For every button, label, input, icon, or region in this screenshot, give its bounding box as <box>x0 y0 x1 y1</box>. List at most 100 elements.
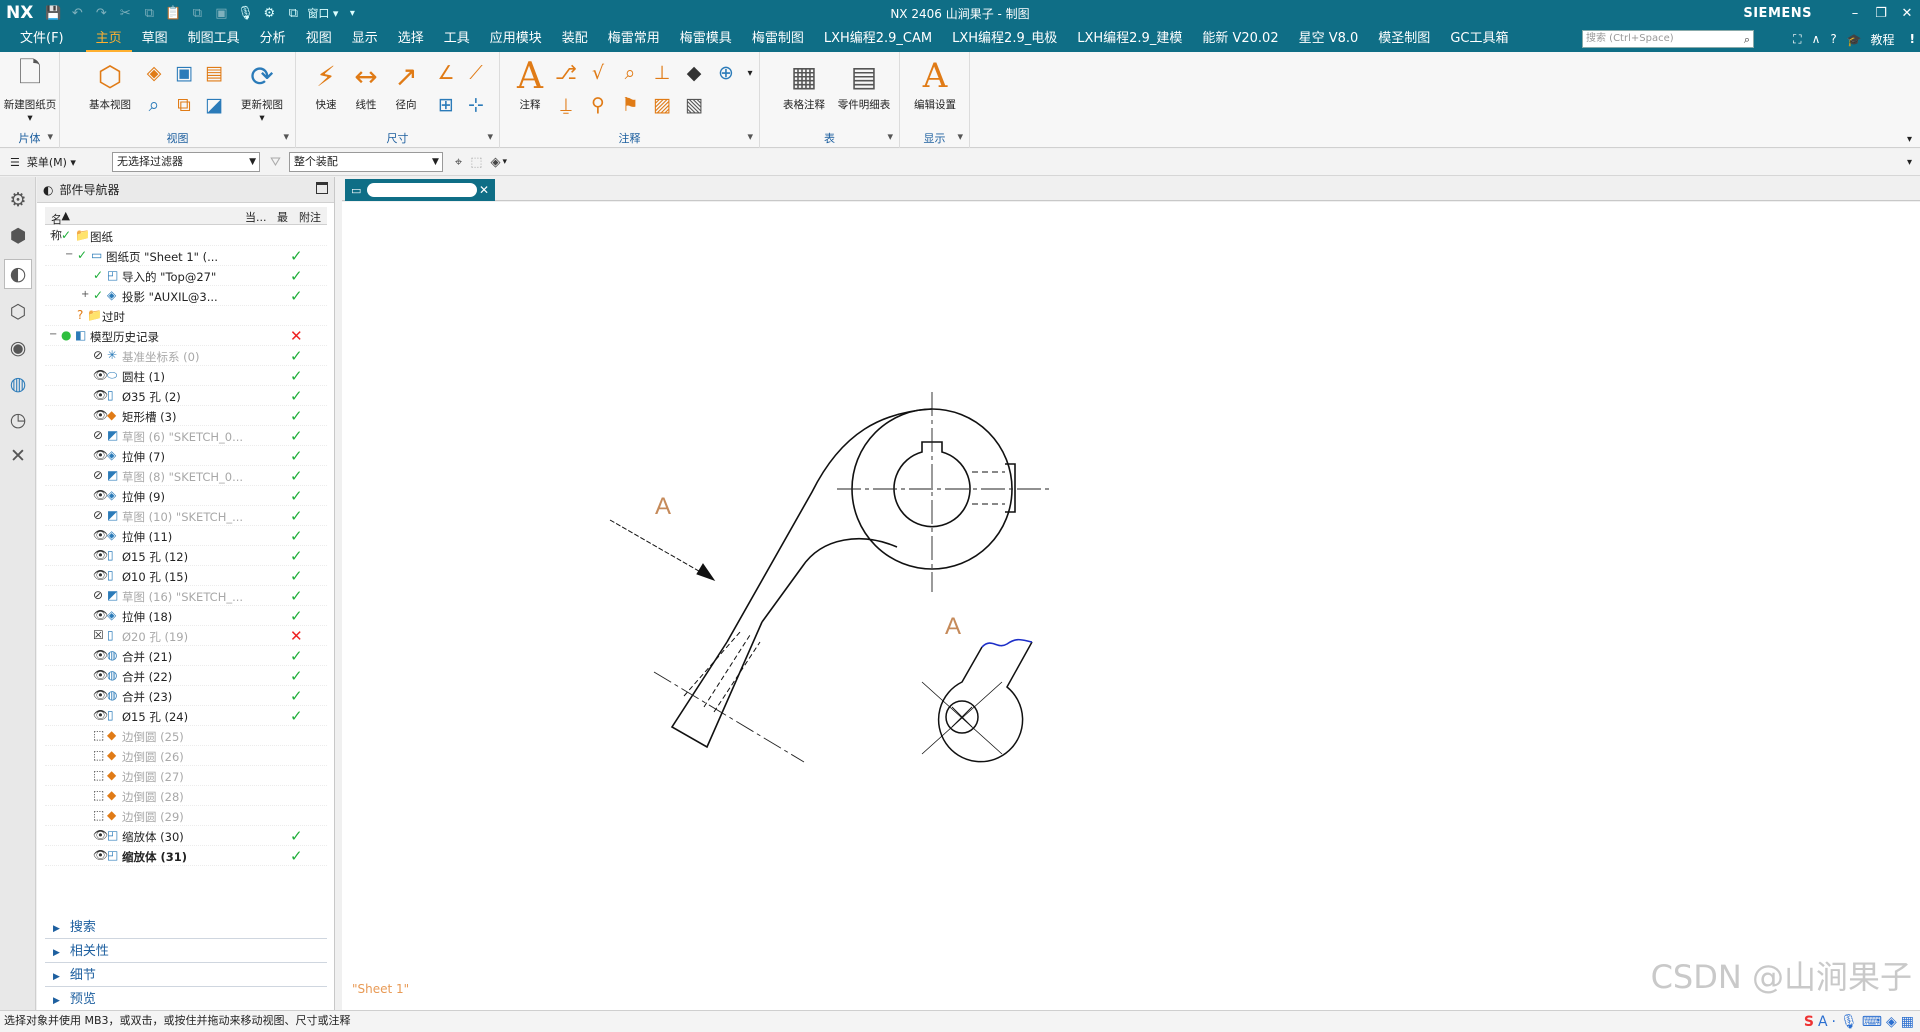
tab-lxh-modeling[interactable]: LXH编程2.9_建模 <box>1067 26 1192 52</box>
tree-row[interactable]: 👁 ◍ 合并 (21) ✓ <box>45 646 327 666</box>
maximize-panel-icon[interactable] <box>316 182 328 194</box>
expand-toggle-icon[interactable]: − <box>49 229 57 240</box>
close-button[interactable]: ✕ <box>1894 6 1920 21</box>
command-search-input[interactable]: 搜索 (Ctrl+Space) ⌕ <box>1582 30 1754 48</box>
close-tab-icon[interactable]: ✕ <box>479 183 489 197</box>
visibility-icon[interactable]: ⊘ <box>93 428 103 442</box>
tree-row[interactable]: 👁 ◈ 拉伸 (18) ✓ <box>45 606 327 626</box>
snap-point-icon[interactable]: ◈ <box>491 155 501 170</box>
column-note[interactable]: 附注 <box>299 209 321 225</box>
feature-control-frame-icon[interactable]: ⎇ <box>552 60 580 86</box>
tab-assemblies[interactable]: 装配 <box>552 26 598 52</box>
assembly-navigator-icon[interactable]: ⬢ <box>4 221 32 251</box>
duplicate-icon[interactable]: ⧉ <box>187 4 207 22</box>
search-icon[interactable]: ⌕ <box>1744 32 1750 48</box>
paste-icon[interactable]: 📋 <box>163 4 183 22</box>
visibility-icon[interactable]: 👁 <box>93 608 108 622</box>
tab-gc-toolbox[interactable]: GC工具箱 <box>1440 26 1518 52</box>
hatch-icon[interactable]: ▨ <box>648 92 676 118</box>
tab-lxh-electrode[interactable]: LXH编程2.9_电极 <box>942 26 1067 52</box>
expand-toggle-icon[interactable]: − <box>65 249 73 260</box>
new-sheet-button[interactable]: 🗋 新建图纸页 ▾ <box>0 56 60 124</box>
tree-row[interactable]: ⊘ ✳ 基准坐标系 (0) ✓ <box>45 346 327 366</box>
tree-row[interactable]: + ✓ ◈ 投影 "AUXIL@3... ✓ <box>45 286 327 306</box>
tab-tools[interactable]: 工具 <box>434 26 480 52</box>
ime-text-icon[interactable]: A <box>1818 1012 1828 1032</box>
ime-skin-icon[interactable]: ◈ <box>1886 1012 1897 1032</box>
table-note-button[interactable]: ▦ 表格注释 <box>774 58 834 112</box>
reuse-library-icon[interactable]: ⬡ <box>4 297 32 327</box>
tree-row[interactable]: − ✓ 📁 图纸 <box>45 226 327 246</box>
tree-row[interactable]: ⬚ ◆ 边倒圆 (28) <box>45 786 327 806</box>
section-dependencies[interactable]: ▶ 相关性 <box>45 941 327 963</box>
visibility-icon[interactable]: 👁 <box>93 488 108 502</box>
expand-toggle-icon[interactable]: + <box>81 289 89 300</box>
tree-row[interactable]: ? 📁 过时 <box>45 306 327 326</box>
section-search[interactable]: ▶ 搜索 <box>45 917 327 939</box>
copy-icon[interactable]: ⧉ <box>139 4 159 22</box>
switch-window-icon[interactable]: ⧉ <box>283 4 303 22</box>
ribbon-options-icon[interactable]: ▾ <box>1907 134 1912 145</box>
filter-funnel-icon[interactable]: ⛛ <box>270 155 281 170</box>
ime-punct-icon[interactable]: · <box>1832 1012 1836 1032</box>
tab-drafting-tools[interactable]: 制图工具 <box>178 26 250 52</box>
visibility-icon[interactable]: 👁 <box>93 528 108 542</box>
tab-sketch[interactable]: 草图 <box>132 26 178 52</box>
tree-row[interactable]: ⊘ ◩ 草图 (16) "SKETCH_... ✓ <box>45 586 327 606</box>
visibility-icon[interactable]: 👁 <box>93 708 108 722</box>
tree-row[interactable]: 👁 ▯ Ø15 孔 (12) ✓ <box>45 546 327 566</box>
datum-target-icon[interactable]: ⌕ <box>616 60 644 86</box>
visibility-icon[interactable]: 👁 <box>93 668 108 682</box>
view-label-a-projected[interactable]: A <box>945 613 961 640</box>
visibility-icon[interactable]: ⊘ <box>93 468 103 482</box>
tab-display[interactable]: 显示 <box>342 26 388 52</box>
column-current[interactable]: 当... <box>245 209 267 225</box>
break-line[interactable] <box>981 638 1033 648</box>
cut-icon[interactable]: ✂ <box>115 4 135 22</box>
tree-row[interactable]: 👁 ◈ 拉伸 (9) ✓ <box>45 486 327 506</box>
tree-row[interactable]: 👁 ◈ 拉伸 (11) ✓ <box>45 526 327 546</box>
restore-button[interactable]: ❐ <box>1868 6 1894 21</box>
tab-nengxin[interactable]: 能新 V20.02 <box>1192 26 1288 52</box>
tab-home[interactable]: 主页 <box>85 26 132 52</box>
tree-row[interactable]: − ✓ ▭ 图纸页 "Sheet 1" (... ✓ <box>45 246 327 266</box>
tab-mosheng-drafting[interactable]: 模圣制图 <box>1368 26 1440 52</box>
column-latest[interactable]: 最 <box>277 209 288 225</box>
visibility-icon[interactable]: 👁 <box>93 828 108 842</box>
tree-row[interactable]: ⊘ ◩ 草图 (8) "SKETCH_0... ✓ <box>45 466 327 486</box>
command-finder-icon[interactable]: ⚙ <box>259 4 279 22</box>
visibility-icon[interactable]: ⬚ <box>93 808 104 822</box>
visibility-icon[interactable]: 👁 <box>93 848 108 862</box>
tree-row[interactable]: ⬚ ◆ 边倒圆 (27) <box>45 766 327 786</box>
ime-keyboard-icon[interactable]: ⌨ <box>1862 1012 1882 1032</box>
note-button[interactable]: A 注释 <box>500 56 560 112</box>
section-line-arrow[interactable] <box>609 519 716 581</box>
minimize-button[interactable]: – <box>1842 6 1868 21</box>
ime-logo-icon[interactable]: S <box>1804 1012 1814 1032</box>
center-lines[interactable] <box>653 392 1052 763</box>
visibility-icon[interactable]: ⬚ <box>93 768 104 782</box>
tree-row[interactable]: ☒ ▯ Ø20 孔 (19) ✕ <box>45 626 327 646</box>
fill-area-icon[interactable]: ◆ <box>680 60 708 86</box>
roles-icon[interactable]: ✕ <box>4 441 32 471</box>
edit-settings-button[interactable]: A 编辑设置 <box>905 56 965 112</box>
visibility-icon[interactable]: ⬚ <box>93 728 104 742</box>
tab-meilei-mold[interactable]: 梅雷模具 <box>670 26 742 52</box>
tree-row[interactable]: ⬚ ◆ 边倒圆 (26) <box>45 746 327 766</box>
microphone-icon[interactable]: 🎙 <box>235 4 255 22</box>
section-view-icon[interactable]: ▣ <box>170 60 198 86</box>
selbar-options-icon[interactable]: ▾ <box>1907 157 1912 168</box>
broken-out-view-icon[interactable]: ⧉ <box>170 92 198 118</box>
section-details[interactable]: ▶ 细节 <box>45 965 327 987</box>
customize-quick-access-icon[interactable]: ▾ <box>342 4 362 22</box>
visibility-icon[interactable]: 👁 <box>93 388 108 402</box>
tree-row[interactable]: ⬚ ◆ 边倒圆 (29) <box>45 806 327 826</box>
save-icon[interactable]: 💾 <box>43 4 63 22</box>
tree-row[interactable]: ✓ ◰ 导入的 "Top@27" ✓ <box>45 266 327 286</box>
clock-icon[interactable]: ◷ <box>4 405 32 435</box>
visibility-icon[interactable]: ⬚ <box>93 748 104 762</box>
settings-icon[interactable]: ⚙ <box>4 185 32 215</box>
visibility-icon[interactable]: 👁 <box>93 568 108 582</box>
tree-row[interactable]: ⊘ ◩ 草图 (10) "SKETCH_... ✓ <box>45 506 327 526</box>
history-icon[interactable]: ◉ <box>4 333 32 363</box>
